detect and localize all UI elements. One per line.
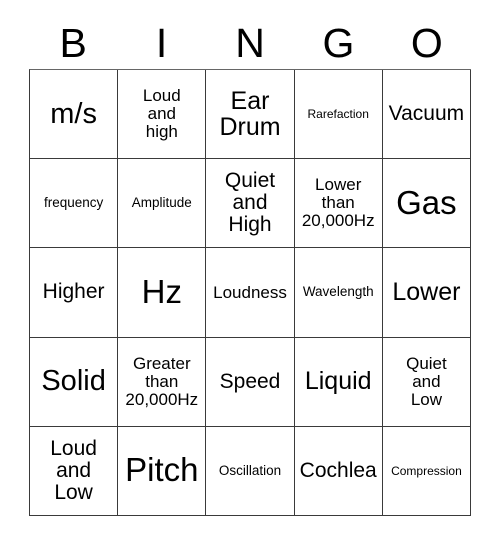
bingo-cell-n2[interactable]: Quiet and High xyxy=(206,159,295,249)
bingo-cell-o4[interactable]: Quiet and Low xyxy=(382,337,472,427)
bingo-cell-label: Speed xyxy=(219,369,281,393)
bingo-cell-o3[interactable]: Lower xyxy=(382,248,472,338)
bingo-cell-label: Oscillation xyxy=(218,462,282,478)
bingo-cell-g4[interactable]: Liquid xyxy=(294,337,383,427)
bingo-cell-n4[interactable]: Speed xyxy=(206,337,295,427)
bingo-cell-label: Hz xyxy=(141,273,182,311)
bingo-cell-label: Wavelength xyxy=(302,284,374,300)
bingo-cell-i1[interactable]: Loud and high xyxy=(118,70,207,160)
bingo-cell-label: Liquid xyxy=(304,367,372,396)
bingo-cell-label: m/s xyxy=(50,97,97,130)
bingo-grid: m/s Loud and high Ear Drum Rarefaction V… xyxy=(29,69,472,517)
bingo-cell-i5[interactable]: Pitch xyxy=(118,426,207,517)
bingo-cell-b4[interactable]: Solid xyxy=(30,337,119,427)
bingo-header-letter-o: O xyxy=(410,20,443,66)
bingo-cell-label: Quiet and Low xyxy=(406,353,447,409)
bingo-cell-b5[interactable]: Loud and Low xyxy=(30,426,119,517)
bingo-cell-label: Lower than 20,000Hz xyxy=(301,175,375,231)
bingo-cell-label: Loudness xyxy=(213,282,287,302)
bingo-cell-label: Pitch xyxy=(125,451,199,489)
bingo-cell-b1[interactable]: m/s xyxy=(30,70,119,160)
bingo-header-letter-b: B xyxy=(59,20,87,66)
bingo-card: B I N G O m/s Loud and high Ear Drum Rar… xyxy=(0,0,500,544)
bingo-cell-b3[interactable]: Higher xyxy=(30,248,119,338)
bingo-cell-g1[interactable]: Rarefaction xyxy=(294,70,383,160)
bingo-cell-n3[interactable]: Loudness xyxy=(206,248,295,338)
bingo-row: Solid Greater than 20,000Hz Speed Liquid… xyxy=(30,337,472,427)
bingo-row: frequency Amplitude Quiet and High Lower… xyxy=(30,159,472,249)
bingo-cell-label: Loud and Low xyxy=(50,436,97,505)
bingo-cell-o1[interactable]: Vacuum xyxy=(382,70,472,160)
bingo-cell-i3[interactable]: Hz xyxy=(118,248,207,338)
bingo-cell-o2[interactable]: Gas xyxy=(382,159,472,249)
bingo-cell-g2[interactable]: Lower than 20,000Hz xyxy=(294,159,383,249)
bingo-row: Loud and Low Pitch Oscillation Cochlea C… xyxy=(30,426,472,517)
bingo-cell-label: Vacuum xyxy=(388,101,465,125)
bingo-cell-label: Cochlea xyxy=(299,458,377,482)
bingo-cell-label: Lower xyxy=(392,278,461,307)
bingo-cell-label: Compression xyxy=(391,463,462,478)
bingo-header-letter-n: N xyxy=(235,20,265,66)
bingo-cell-label: Gas xyxy=(396,183,457,221)
bingo-cell-b2[interactable]: frequency xyxy=(30,159,119,249)
bingo-cell-label: Rarefaction xyxy=(307,106,369,121)
bingo-cell-i4[interactable]: Greater than 20,000Hz xyxy=(118,337,207,427)
bingo-cell-label: Quiet and High xyxy=(224,168,276,237)
bingo-cell-label: Amplitude xyxy=(131,195,192,211)
bingo-cell-label: Higher xyxy=(42,280,105,304)
bingo-cell-g5[interactable]: Cochlea xyxy=(294,426,383,517)
bingo-header-letter-g: G xyxy=(322,20,355,66)
bingo-cell-g3[interactable]: Wavelength xyxy=(294,248,383,338)
bingo-cell-label: Ear Drum xyxy=(219,86,281,142)
bingo-header-row: B I N G O xyxy=(29,18,471,69)
bingo-cell-i2[interactable]: Amplitude xyxy=(118,159,207,249)
bingo-row: m/s Loud and high Ear Drum Rarefaction V… xyxy=(30,70,472,160)
bingo-cell-label: Greater than 20,000Hz xyxy=(125,353,199,409)
bingo-row: Higher Hz Loudness Wavelength Lower xyxy=(30,248,472,338)
bingo-header-letter-i: I xyxy=(155,20,168,66)
bingo-cell-n5[interactable]: Oscillation xyxy=(206,426,295,517)
bingo-cell-label: Solid xyxy=(41,365,106,398)
bingo-cell-n1[interactable]: Ear Drum xyxy=(206,70,295,160)
bingo-cell-o5[interactable]: Compression xyxy=(382,426,472,517)
bingo-cell-label: frequency xyxy=(43,195,104,211)
bingo-cell-label: Loud and high xyxy=(142,86,181,142)
